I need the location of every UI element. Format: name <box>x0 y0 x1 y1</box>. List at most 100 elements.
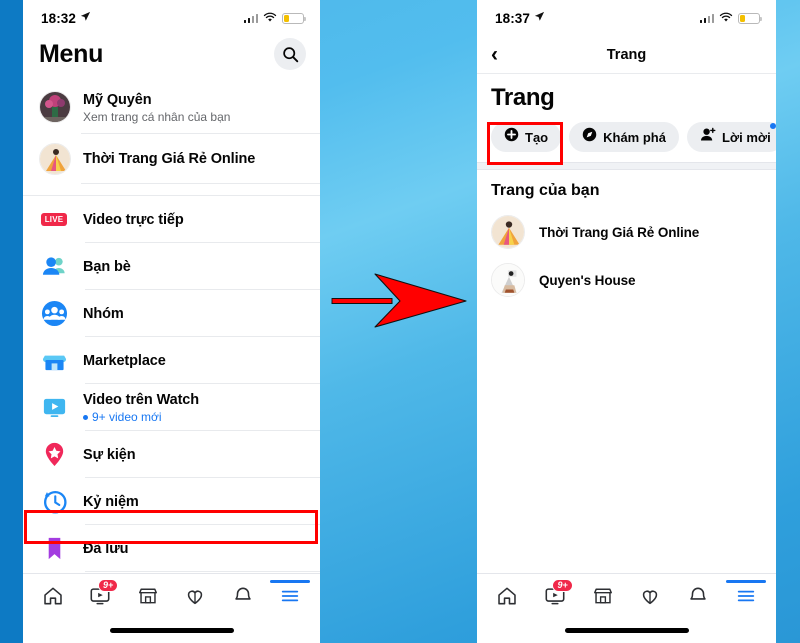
list-item-label: Mỹ Quyên <box>83 91 152 108</box>
menu-hamburger-icon[interactable] <box>726 579 767 611</box>
bottom-navigation-left[interactable]: 9+ <box>23 573 320 617</box>
avatar <box>491 215 525 249</box>
active-tab-indicator <box>726 579 767 583</box>
menu-hamburger-icon[interactable] <box>270 579 311 611</box>
wifi-icon <box>719 10 733 26</box>
pages-list[interactable]: Thời Trang Giá Rẻ Online Quyen's House <box>477 208 776 573</box>
home-indicator <box>23 617 320 643</box>
sidebar-item-friends[interactable]: Bạn bè <box>23 243 320 290</box>
sidebar-item-saved[interactable]: Đã lưu <box>23 525 320 572</box>
list-item-page[interactable]: Thời Trang Giá Rẻ Online <box>23 134 320 184</box>
marketplace-store-icon[interactable] <box>131 581 165 611</box>
plus-circle-icon <box>504 127 519 147</box>
sidebar-item-memories[interactable]: Kỷ niệm <box>23 478 320 525</box>
sidebar-item-label: Kỷ niệm <box>83 493 139 510</box>
home-icon[interactable] <box>36 581 70 611</box>
memories-icon <box>39 487 69 517</box>
list-item-label: Thời Trang Giá Rẻ Online <box>83 151 256 167</box>
chip-label: Khám phá <box>603 129 666 145</box>
badge-count: 9+ <box>97 578 119 593</box>
status-time: 18:37 <box>495 10 531 26</box>
badge-count: 9+ <box>552 578 573 593</box>
active-tab-indicator <box>270 579 311 583</box>
red-right-arrow <box>330 268 470 332</box>
notification-dot <box>769 123 776 129</box>
wifi-icon <box>263 10 277 26</box>
phone-screenshot-menu: 18:32 Menu Mỹ Quyên Xem trang cá nhân củ… <box>23 0 320 643</box>
profile-text: Mỹ Quyên Xem trang cá nhân của bạn <box>83 91 230 124</box>
status-time: 18:32 <box>41 10 77 26</box>
person-add-icon <box>700 127 716 147</box>
avatar <box>39 91 71 123</box>
marketplace-store-icon[interactable] <box>586 581 620 611</box>
watch-video-icon[interactable]: 9+ <box>83 578 119 611</box>
list-item-page[interactable]: Thời Trang Giá Rẻ Online <box>477 208 776 256</box>
page-title: Trang <box>491 84 555 111</box>
home-icon[interactable] <box>490 581 524 611</box>
menu-list[interactable]: Mỹ Quyên Xem trang cá nhân của bạn Thời … <box>23 80 320 573</box>
sidebar-item-label: Marketplace <box>83 352 166 369</box>
chip-label: Tạo <box>525 129 549 145</box>
page-title: Menu <box>39 39 104 68</box>
status-indicators <box>243 10 306 26</box>
events-icon <box>39 440 69 470</box>
list-item-label: Quyen's House <box>539 272 636 288</box>
section-gap <box>23 184 320 196</box>
groups-icon <box>39 299 69 329</box>
bottom-navigation-right[interactable]: 9+ <box>477 573 776 617</box>
status-bar-left: 18:32 <box>23 0 320 36</box>
section-divider <box>477 162 776 170</box>
sidebar-item-sublabel: 9+ video mới <box>83 410 199 424</box>
location-arrow-icon <box>80 11 91 25</box>
chip-tao[interactable]: Tạo <box>491 122 562 152</box>
chip-label: Lời mời <box>721 129 771 145</box>
sidebar-item-label: Video trực tiếp <box>83 211 184 228</box>
watch-text: Video trên Watch 9+ video mới <box>83 391 199 424</box>
battery-low-icon <box>282 12 306 24</box>
sidebar-item-label: Nhóm <box>83 305 124 322</box>
list-item-label: Thời Trang Giá Rẻ Online <box>539 224 700 240</box>
dating-hearts-icon[interactable] <box>633 581 667 611</box>
sidebar-item-label: Đã lưu <box>83 540 129 557</box>
status-bar-right: 18:37 <box>477 0 776 36</box>
notifications-bell-icon[interactable] <box>226 581 260 611</box>
notifications-bell-icon[interactable] <box>681 581 715 611</box>
phone-screenshot-pages: 18:37 ‹ Trang Trang Tạo Khám phá Lời mời… <box>477 0 776 643</box>
home-indicator <box>477 617 776 643</box>
cellular-signal-icon <box>243 13 258 23</box>
sidebar-item-marketplace[interactable]: Marketplace <box>23 337 320 384</box>
left-edge-decoration <box>0 0 23 643</box>
section-title: Trang của bạn <box>491 182 600 199</box>
sidebar-item-events[interactable]: Sự kiện <box>23 431 320 478</box>
avatar <box>39 143 71 175</box>
location-arrow-icon <box>534 11 545 25</box>
sidebar-item-groups[interactable]: Nhóm <box>23 290 320 337</box>
sidebar-item-watch[interactable]: Video trên Watch 9+ video mới <box>23 384 320 431</box>
navigation-header: ‹ Trang <box>477 36 776 74</box>
sidebar-item-label: Sự kiện <box>83 446 136 463</box>
sidebar-item-label: Video trên Watch <box>83 392 200 408</box>
cellular-signal-icon <box>699 13 714 23</box>
marketplace-icon <box>39 346 69 376</box>
dating-hearts-icon[interactable] <box>178 581 212 611</box>
list-item-profile[interactable]: Mỹ Quyên Xem trang cá nhân của bạn <box>23 80 320 134</box>
saved-icon <box>39 534 69 564</box>
watch-video-icon[interactable]: 9+ <box>538 578 573 611</box>
chip-kham-pha[interactable]: Khám phá <box>569 122 679 152</box>
friends-icon <box>39 252 69 282</box>
list-item-sublabel: Xem trang cá nhân của bạn <box>83 109 231 124</box>
status-indicators <box>699 10 762 26</box>
search-icon[interactable] <box>274 38 306 70</box>
action-chip-row[interactable]: Tạo Khám phá Lời mời Tr <box>477 118 776 162</box>
list-item-page[interactable]: Quyen's House <box>477 256 776 304</box>
menu-header: Menu <box>23 36 320 80</box>
sidebar-item-live-video[interactable]: LIVE Video trực tiếp <box>23 196 320 243</box>
sidebar-item-label: Bạn bè <box>83 258 131 275</box>
navigation-title: Trang <box>606 46 647 63</box>
compass-icon <box>582 127 597 147</box>
avatar <box>491 263 525 297</box>
battery-low-icon <box>738 12 762 24</box>
watch-icon <box>39 393 69 423</box>
chip-loi-moi[interactable]: Lời mời <box>686 122 776 152</box>
live-icon: LIVE <box>39 205 69 235</box>
